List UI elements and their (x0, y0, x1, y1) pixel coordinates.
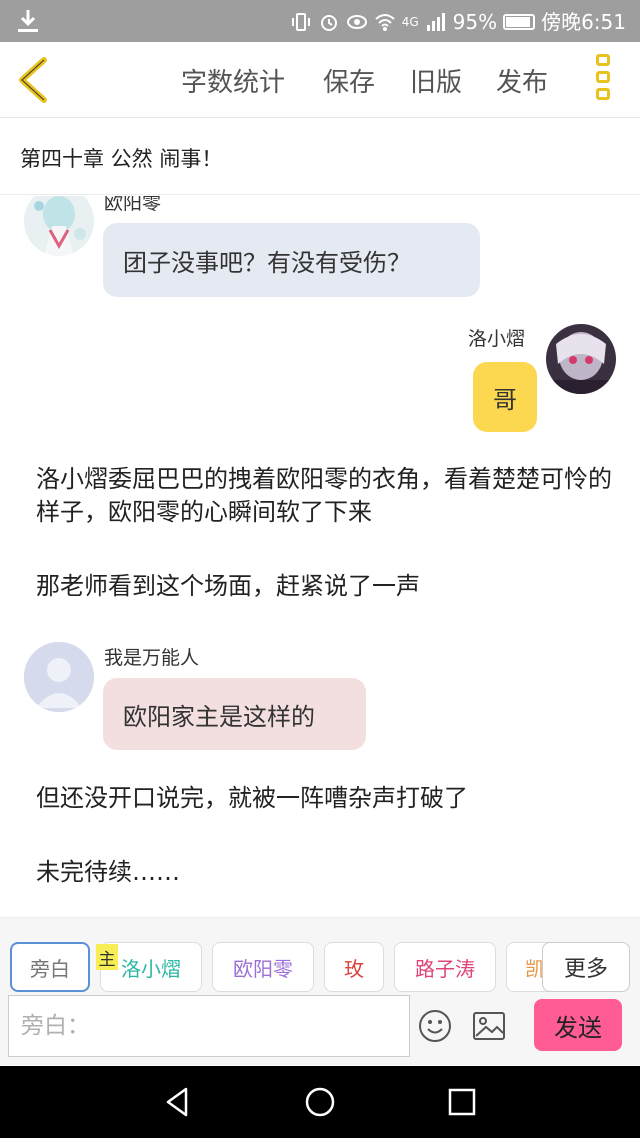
role-label: 路子涛 (415, 956, 475, 981)
nav-back-icon[interactable] (160, 1084, 196, 1120)
image-icon[interactable] (472, 1011, 506, 1041)
network-type: 4G (401, 15, 419, 29)
battery-percent: 95% (452, 10, 498, 34)
nav-recents-icon[interactable] (444, 1084, 480, 1120)
anime-avatar-icon (24, 196, 94, 256)
narration-text: 洛小熠委屈巴巴的拽着欧阳零的衣角，看着楚楚可怜的样子，欧阳零的心瞬间软了下来 (36, 465, 612, 526)
avatar-luoxiaoyi[interactable] (546, 324, 616, 394)
clock: 傍晚6:51 (541, 10, 626, 34)
back-arrow-icon[interactable] (14, 56, 54, 104)
message-bubble[interactable]: 团子没事吧？有没有受伤？ (103, 223, 480, 297)
signal-icon (426, 13, 445, 31)
message-bubble[interactable]: 欧阳家主是这样的 (103, 678, 366, 750)
message-text: 哥 (493, 385, 517, 414)
role-ouyangling[interactable]: 欧阳零 (212, 942, 314, 992)
message-bubble[interactable]: 哥 (473, 362, 537, 432)
more-roles-button[interactable]: 更多 (542, 942, 630, 992)
narration-text: 但还没开口说完，就被一阵嘈杂声打破了 (36, 784, 468, 812)
nav-home-icon[interactable] (302, 1084, 338, 1120)
avatar-ouyangling[interactable] (24, 196, 94, 256)
message-text: 欧阳家主是这样的 (123, 702, 315, 731)
default-user-icon (24, 642, 94, 712)
input-bar: 发送 (0, 995, 640, 1065)
save-button[interactable]: 保存 (323, 62, 375, 99)
chapter-title[interactable]: 第四十章 公然 闹事！ (20, 143, 222, 173)
word-count-button[interactable]: 字数统计 (181, 62, 285, 99)
speaker-name: 我是万能人 (104, 647, 200, 669)
editor-toolbar: 字数统计 保存 旧版 发布 (0, 42, 640, 118)
more-menu-icon[interactable] (596, 54, 616, 106)
alarm-icon (320, 15, 337, 31)
emoji-icon[interactable] (418, 1009, 452, 1043)
narration-text: 那老师看到这个场面，赶紧说了一声 (36, 572, 420, 600)
message-text: 团子没事吧？有没有受伤？ (123, 248, 411, 277)
status-bar: 4G 95% 傍晚6:51 (0, 0, 640, 42)
old-version-button[interactable]: 旧版 (410, 62, 462, 99)
message-input[interactable] (8, 995, 410, 1057)
speaker-name: 洛小熠 (468, 328, 526, 350)
narration-text: 未完待续…… (36, 858, 180, 886)
status-icons: 4G 95% 傍晚6:51 (290, 8, 626, 36)
vibrate-icon (291, 13, 310, 31)
main-character-badge: 主 (96, 944, 118, 970)
role-mei[interactable]: 玫 (324, 942, 384, 992)
wifi-icon (375, 14, 395, 31)
send-button[interactable]: 发送 (534, 999, 622, 1051)
role-narrator[interactable]: 旁白 (10, 942, 90, 992)
avatar-default[interactable] (24, 642, 94, 712)
role-label: 欧阳零 (233, 956, 293, 981)
role-label: 洛小熠 (121, 956, 181, 981)
publish-button[interactable]: 发布 (496, 62, 548, 99)
speaker-name: 欧阳零 (104, 196, 162, 214)
eye-icon (346, 15, 367, 29)
system-nav-bar (0, 1066, 640, 1138)
battery-icon (503, 14, 536, 30)
role-label: 玫 (344, 956, 364, 981)
role-selector-bar: 旁白 洛小熠 主 欧阳零 玫 路子涛 凯 更多 (0, 917, 640, 995)
chapter-header: 第四十章 公然 闹事！ (0, 119, 640, 195)
download-icon (18, 10, 38, 32)
role-label: 旁白 (30, 956, 70, 981)
role-luzitao[interactable]: 路子涛 (394, 942, 496, 992)
story-content[interactable]: 欧阳零 团子没事吧？有没有受伤？ 洛小熠 哥 洛小熠委屈巴巴的拽着欧阳零的衣角，… (0, 196, 640, 916)
anime-avatar-icon (546, 324, 616, 394)
